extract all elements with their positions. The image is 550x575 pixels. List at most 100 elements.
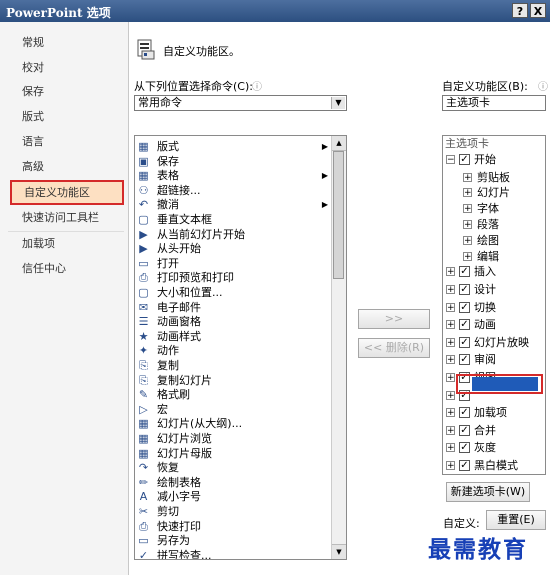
sidebar-item-quick-access-toolbar[interactable]: 快速访问工具栏 [10,207,124,229]
checkbox[interactable]: ✓ [459,424,470,436]
sidebar-item-trust-center[interactable]: 信任中心 [10,258,124,280]
command-item[interactable]: ⎘ 复制 [135,358,332,373]
tree-tab-3[interactable]: + ✓ 切换 [443,300,543,316]
expand-icon[interactable]: + [446,337,455,347]
command-item[interactable]: ↷ 恢复 [135,460,332,475]
command-item[interactable]: ▭ 打开 [135,256,332,271]
command-item[interactable]: ▦ 幻灯片(从大纲)... [135,416,332,431]
tree-group[interactable]: + 段落 [443,217,543,233]
expand-icon[interactable]: + [446,267,455,277]
reset-button[interactable]: 重置(E) [486,510,546,530]
tree-group[interactable]: + 编辑 [443,249,543,265]
tree-tab-1[interactable]: + ✓ 插入 [443,264,543,280]
expand-icon[interactable]: + [446,461,455,471]
command-item[interactable]: ✦ 动作 [135,343,332,358]
sidebar-item-addins[interactable]: 加载项 [10,233,124,255]
command-item[interactable]: ✉ 电子邮件 [135,300,332,315]
remove-button[interactable]: << 删除(R) [358,338,430,358]
command-item[interactable]: ▦ 版式 ▶ [135,139,332,154]
expand-icon[interactable]: + [446,425,455,435]
sidebar-item-save[interactable]: 保存 [10,81,124,103]
command-item[interactable]: ★ 动画样式 [135,329,332,344]
expand-icon[interactable]: + [463,220,472,230]
command-item[interactable]: ✂ 剪切 [135,504,332,519]
checkbox[interactable]: ✓ [459,460,470,471]
command-item[interactable]: ▦ 表格 ▶ [135,168,332,183]
command-item[interactable]: ✓ 拼写检查... [135,548,332,559]
command-item[interactable]: ▢ 大小和位置... [135,285,332,300]
sidebar-item-customize-ribbon[interactable]: 自定义功能区 [10,180,124,205]
tree-tab-11[interactable]: + ✓ 灰度 [443,440,543,456]
command-item[interactable]: ▭ 另存为 [135,533,332,548]
tree-group[interactable]: + 幻灯片 [443,185,543,201]
checkbox[interactable]: ✓ [459,442,470,454]
tree-tab-10[interactable]: + ✓ 合并 [443,423,543,439]
checkbox[interactable]: ✓ [459,301,470,313]
sidebar-item-proofing[interactable]: 校对 [10,57,124,79]
checkbox[interactable]: ✓ [459,336,470,348]
checkbox[interactable]: ✓ [459,154,470,165]
ribbon-tabs-dropdown[interactable]: 主选项卡 [442,95,546,111]
expand-icon[interactable]: + [446,320,455,330]
command-item[interactable]: ▦ 幻灯片母版 [135,446,332,461]
command-item[interactable]: ⎙ 快速打印 [135,519,332,534]
command-item[interactable]: ▦ 幻灯片浏览 [135,431,332,446]
sidebar-item-language[interactable]: 语言 [10,131,124,153]
command-item[interactable]: ▣ 保存 [135,154,332,169]
expand-icon[interactable]: + [463,235,472,245]
sidebar-item-advanced[interactable]: 高级 [10,156,124,178]
expand-icon[interactable]: + [446,408,455,418]
tree-group[interactable]: + 绘图 [443,233,543,249]
expand-icon[interactable]: + [463,251,472,261]
command-item[interactable]: ☰ 动画窗格 [135,314,332,329]
scroll-up-icon[interactable]: ▲ [332,136,346,151]
scroll-thumb[interactable] [333,151,344,279]
sidebar-item-general[interactable]: 常规 [10,32,124,54]
new-tab-button[interactable]: 新建选项卡(W) [446,482,530,502]
checkbox[interactable]: ✓ [459,284,470,295]
expand-icon[interactable]: + [446,285,455,295]
checkbox[interactable]: ✓ [459,354,470,366]
tree-tab-0[interactable]: − ✓ 开始 [443,152,543,168]
tree-group[interactable]: + 字体 [443,201,543,217]
commands-list[interactable]: ▲ ▼ ▦ 版式 ▶ ▣ 保存 ▦ 表格 ▶ ⚇ 超链接... ↶ 撤消 ▶ ▢ 垂直文本框 ▶ 从当前幻灯片开… [134,135,347,560]
command-item[interactable]: ⚇ 超链接... [135,183,332,198]
help-button[interactable]: ? [512,3,528,18]
tree-group[interactable]: + 剪贴板 [443,170,543,186]
command-item[interactable]: ▢ 垂直文本框 [135,212,332,227]
expand-icon[interactable]: + [446,373,455,383]
scroll-down-icon[interactable]: ▼ [332,544,346,559]
tree-tab-5[interactable]: + ✓ 幻灯片放映 [443,335,543,351]
expand-icon[interactable]: + [463,188,472,198]
expand-icon[interactable]: + [463,172,472,182]
command-item[interactable]: A 减小字号 [135,489,332,504]
tree-tab-12[interactable]: + ✓ 黑白模式 [443,458,543,474]
command-item[interactable]: ↶ 撤消 ▶ [135,197,332,212]
collapse-icon[interactable]: − [446,155,455,165]
chevron-down-icon[interactable]: ▼ [331,97,345,109]
tree-tab-6[interactable]: + ✓ 审阅 [443,352,543,368]
command-item[interactable]: ⎘ 复制幻灯片 [135,373,332,388]
expand-icon[interactable]: + [446,390,455,400]
tree-tab-2[interactable]: + ✓ 设计 [443,282,543,298]
command-item[interactable]: ✎ 格式刷 [135,387,332,402]
close-button[interactable]: X [530,3,546,18]
command-item[interactable]: ✏ 绘制表格 [135,475,332,490]
sidebar-item-layout[interactable]: 版式 [10,106,124,128]
command-item[interactable]: ⎙ 打印预览和打印 [135,270,332,285]
command-item[interactable]: ▶ 从头开始 [135,241,332,256]
tree-tab-9[interactable]: + ✓ 加载项 [443,405,543,421]
commands-list-scrollbar[interactable]: ▲ ▼ [331,136,346,559]
checkbox[interactable]: ✓ [459,266,470,278]
expand-icon[interactable]: + [446,443,455,453]
checkbox[interactable]: ✓ [459,407,470,419]
checkbox[interactable]: ✓ [459,319,470,331]
command-item[interactable]: ▶ 从当前幻灯片开始 [135,227,332,242]
add-button[interactable]: >> [358,309,430,329]
expand-icon[interactable]: + [446,302,455,312]
ribbon-tree[interactable]: 主选项卡 − ✓ 开始 + 剪贴板 + 幻灯片 + 字体 + 段落 + 绘图 + 编辑 + ✓ 插入 + ✓ 设计 + ✓ 切… [442,135,546,475]
expand-icon[interactable]: + [463,204,472,214]
tree-tab-4[interactable]: + ✓ 动画 [443,317,543,333]
expand-icon[interactable]: + [446,355,455,365]
choose-commands-dropdown[interactable]: 常用命令 ▼ [134,95,347,111]
